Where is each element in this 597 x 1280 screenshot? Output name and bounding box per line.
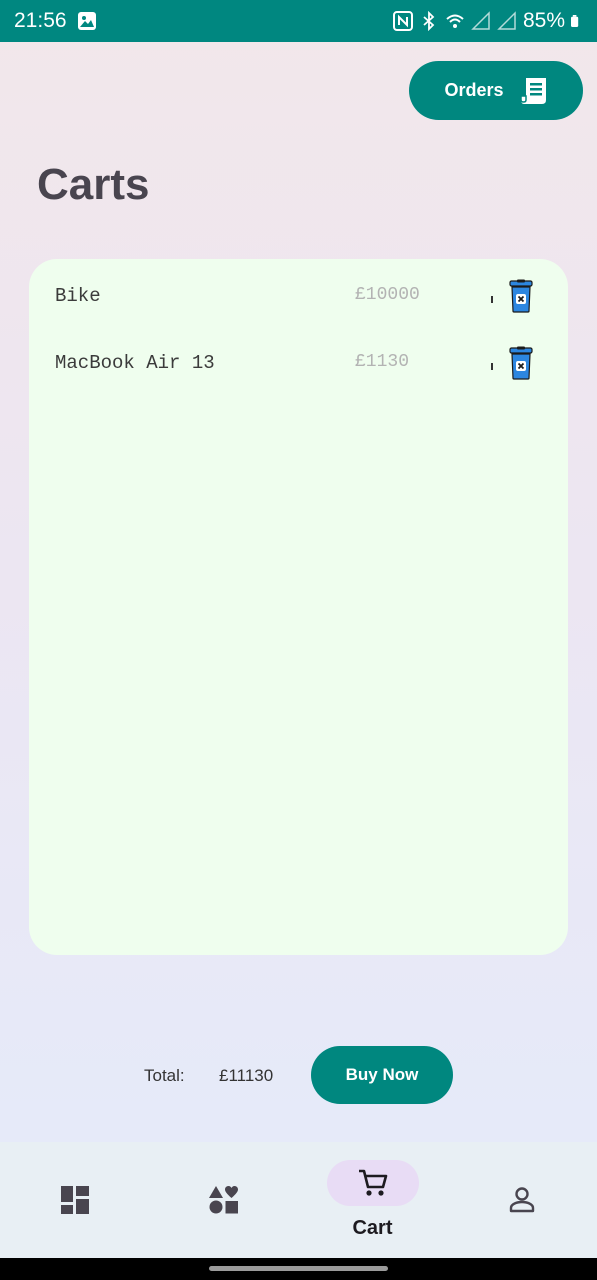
total-label: Total: <box>144 1066 185 1085</box>
cart-list: Bike £10000 MacBook Air 13 £1130 <box>29 259 568 955</box>
buy-now-button[interactable]: Buy Now <box>311 1046 453 1104</box>
item-divider <box>491 363 493 370</box>
nav-icon-container <box>178 1177 270 1223</box>
nfc-icon <box>392 11 413 31</box>
bluetooth-icon <box>423 11 435 31</box>
receipt-icon <box>519 77 546 104</box>
signal-icon <box>471 11 490 30</box>
item-price: £1130 <box>355 352 410 372</box>
nav-item-profile[interactable] <box>447 1142 596 1258</box>
cart-icon <box>358 1169 387 1196</box>
signal-icon <box>497 11 516 30</box>
gallery-icon <box>77 12 96 30</box>
nav-icon-container <box>29 1177 121 1223</box>
categories-icon <box>208 1186 238 1214</box>
nav-icon-container <box>476 1177 568 1223</box>
item-name: MacBook Air 13 <box>55 352 215 374</box>
item-divider <box>491 296 493 303</box>
trash-icon[interactable] <box>506 346 536 380</box>
cart-item: MacBook Air 13 £1130 <box>29 344 568 384</box>
gesture-handle[interactable] <box>209 1266 388 1271</box>
cart-item: Bike £10000 <box>29 277 568 317</box>
item-price: £10000 <box>355 285 420 305</box>
system-navigation-area <box>0 1258 597 1280</box>
item-name: Bike <box>55 285 101 307</box>
battery-icon <box>571 15 579 27</box>
person-icon <box>509 1187 534 1213</box>
nav-item-dashboard[interactable] <box>0 1142 149 1258</box>
buy-now-label: Buy Now <box>345 1065 419 1084</box>
orders-button[interactable]: Orders <box>409 61 583 120</box>
bottom-navigation: Cart <box>0 1142 597 1258</box>
wifi-icon <box>446 14 464 28</box>
nav-icon-container <box>326 1160 419 1206</box>
status-left: 21:56 <box>14 9 97 33</box>
nav-item-cart[interactable]: Cart <box>298 1142 447 1258</box>
trash-icon[interactable] <box>506 279 536 313</box>
orders-label: Orders <box>444 80 504 100</box>
nav-label-cart: Cart <box>352 1217 393 1239</box>
total-value: £11130 <box>219 1066 274 1085</box>
battery-percent: 85% <box>522 9 565 32</box>
status-time: 21:56 <box>14 9 67 32</box>
status-right: 85% <box>392 9 583 33</box>
page-title: Carts <box>37 160 150 209</box>
nav-item-categories[interactable] <box>149 1142 298 1258</box>
dashboard-icon <box>60 1186 89 1214</box>
status-bar: 21:56 85% <box>0 0 597 42</box>
